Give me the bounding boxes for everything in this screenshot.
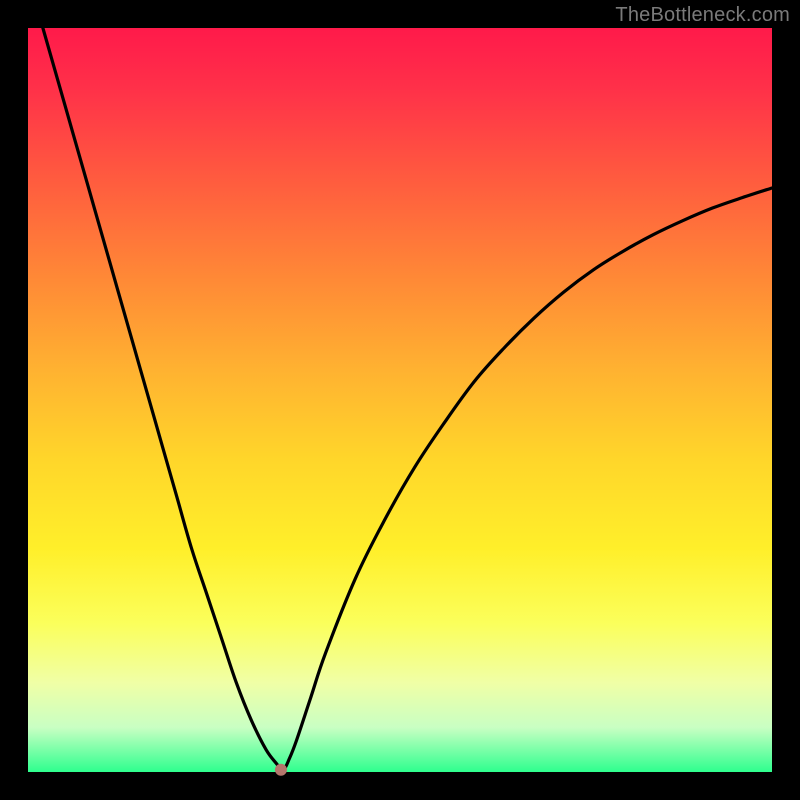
bottleneck-curve bbox=[43, 28, 772, 770]
minimum-marker bbox=[275, 764, 287, 776]
watermark-text: TheBottleneck.com bbox=[615, 4, 790, 27]
chart-frame: TheBottleneck.com bbox=[0, 0, 800, 800]
plot-area bbox=[28, 28, 772, 772]
chart-svg bbox=[28, 28, 772, 772]
